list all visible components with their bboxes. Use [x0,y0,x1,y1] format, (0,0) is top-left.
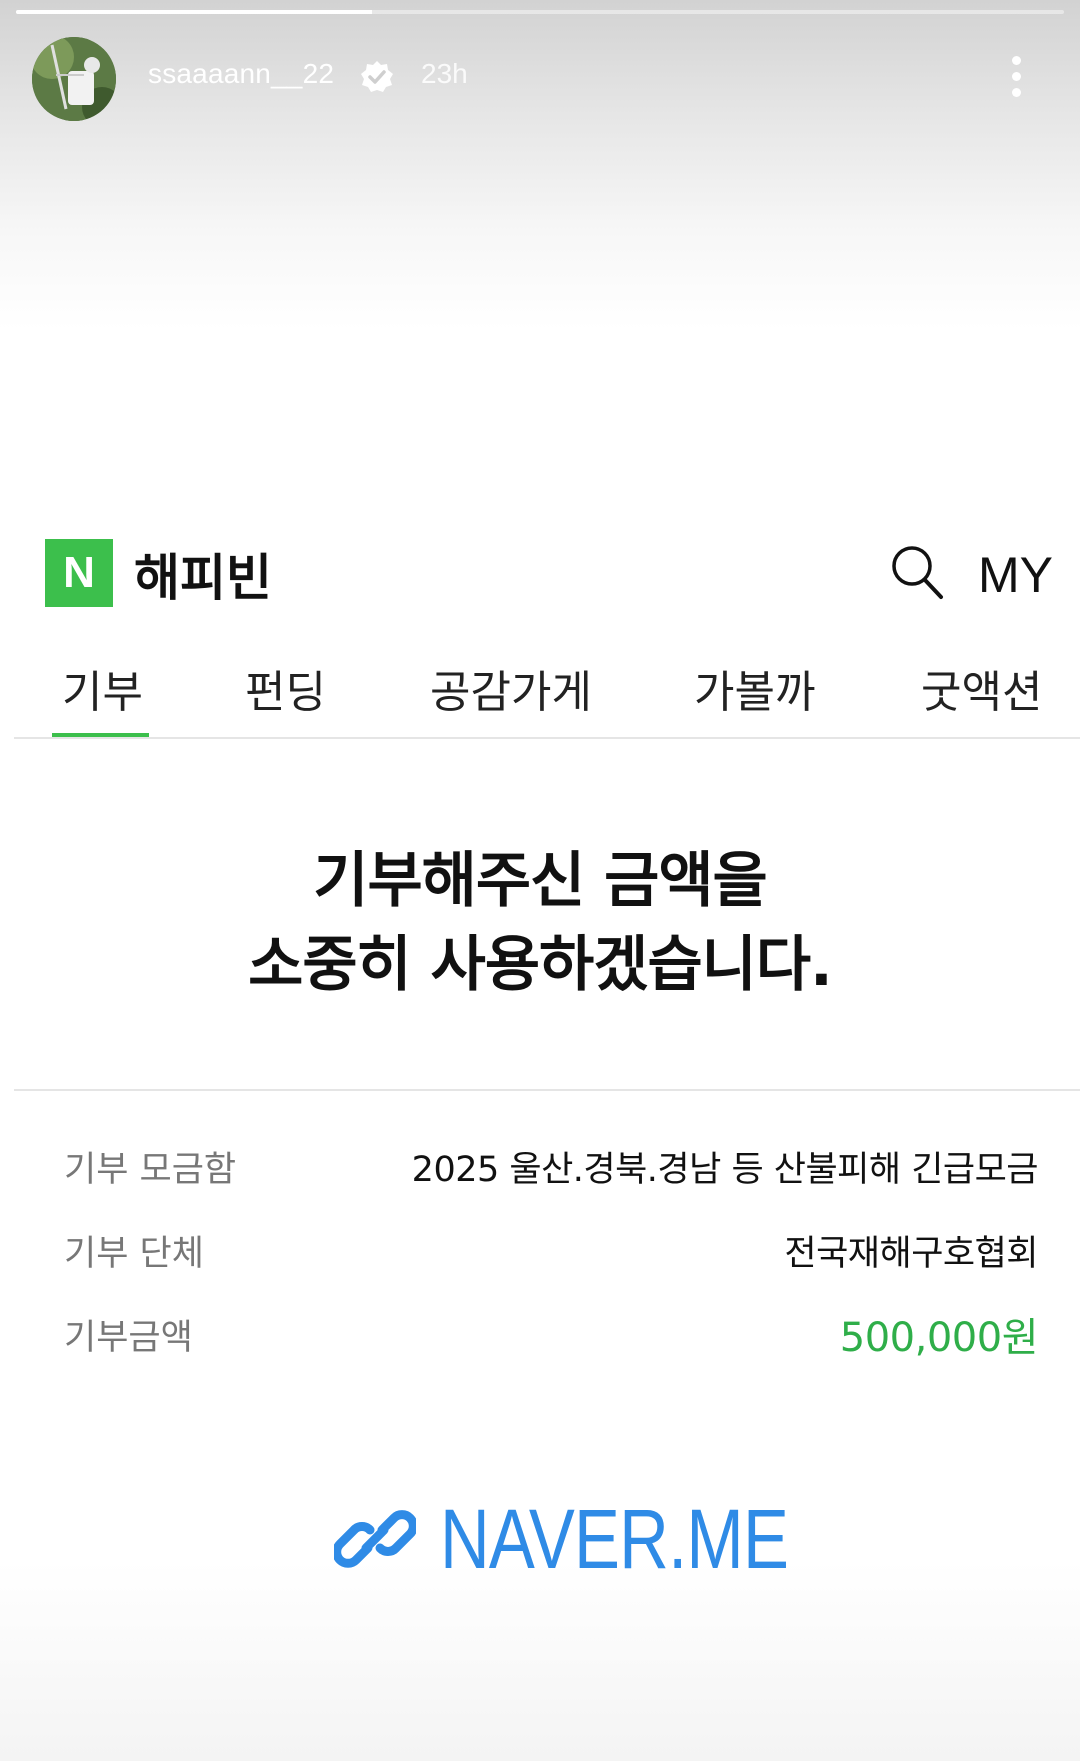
link-icon [334,1510,416,1568]
search-icon[interactable] [890,544,944,600]
archer-avatar-image [32,37,116,121]
tab-empathy-store[interactable]: 공감가게 [430,656,592,720]
verified-badge-icon [361,61,393,92]
story-bottom-gradient [0,1561,1080,1761]
fundraiser-label: 기부 모금함 [64,1150,237,1190]
thank-you-line-2: 소중히 사용하겠습니다. [248,930,833,1000]
donation-amount-label: 기부금액 [64,1318,193,1358]
link-sticker[interactable]: NAVER.ME [334,1492,865,1586]
section-divider [14,1089,1080,1091]
link-sticker-text: NAVER.ME [440,1491,789,1586]
organization-value: 전국재해구호협회 [784,1234,1038,1274]
thank-you-line-1: 기부해주신 금액을 [313,846,768,916]
tabs-divider [14,737,1080,739]
app-title: 해피빈 [134,549,272,607]
tab-shall-we-go[interactable]: 가볼까 [694,656,815,720]
story-top-gradient [0,0,1080,330]
naver-logo[interactable]: N [45,539,113,607]
fundraiser-value: 2025 울산.경북.경남 등 산불피해 긴급모금 [411,1150,1039,1190]
tab-donation[interactable]: 기부 [62,656,143,720]
tab-funding[interactable]: 펀딩 [245,656,326,720]
story-time-ago: 23h [421,58,468,89]
more-dot [1012,88,1021,97]
tab-good-action[interactable]: 굿액션 [921,656,1042,720]
story-progress-fill [16,10,373,14]
story-progress-bar [16,10,1064,14]
story-username[interactable]: ssaaaann__22 [148,58,334,90]
more-vertical-icon [1012,56,1021,65]
more-dot [1012,72,1021,81]
avatar[interactable] [32,37,116,121]
my-page-link[interactable]: MY [978,546,1053,604]
organization-label: 기부 단체 [64,1234,204,1274]
more-options-button[interactable] [1000,52,1034,102]
donation-amount-value: 500,000원 [839,1315,1039,1361]
